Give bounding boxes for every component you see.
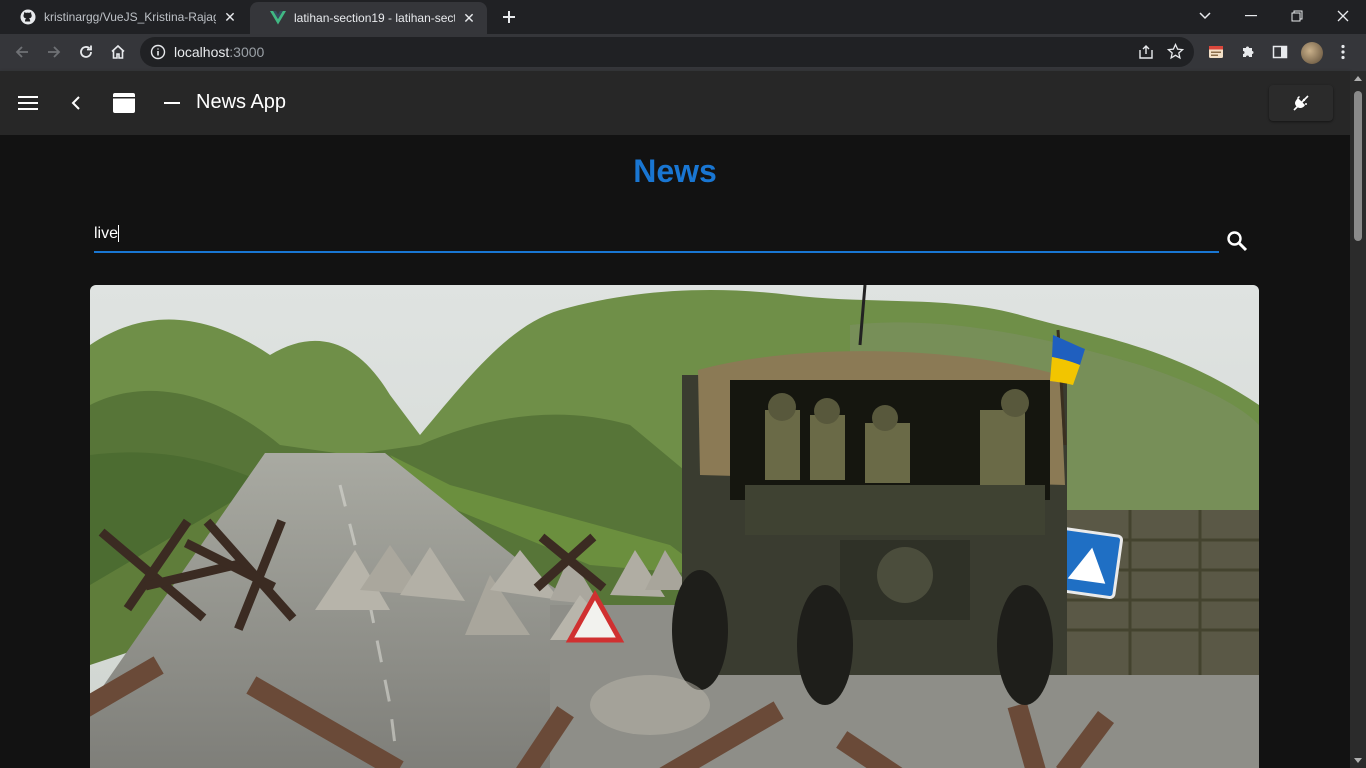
app-bar: News App [0,71,1350,135]
page-scrollbar[interactable] [1350,71,1366,768]
url-port: :3000 [229,44,265,60]
minimize-button[interactable] [1228,0,1274,32]
main-content: News live [0,135,1350,768]
scroll-down-arrow[interactable] [1354,758,1362,763]
minus-icon [164,102,180,104]
puzzle-icon [1243,46,1254,57]
invert-colors-off-icon [1293,95,1309,111]
arrow-right-icon [48,46,61,58]
back-nav-button[interactable] [64,91,88,115]
search-field[interactable]: live [94,219,1219,253]
extension-app-icon [1209,46,1223,58]
home-icon [111,44,125,59]
minimize-icon [1245,15,1257,17]
search-input[interactable]: live [94,225,118,243]
hamburger-menu-icon [18,96,38,110]
news-card[interactable] [90,285,1259,768]
menu-button[interactable] [16,91,40,115]
browser-tab-strip: kristinargg/VueJS_Kristina-Rajagukguk ✕ … [0,0,1366,34]
forward-button[interactable] [41,39,67,65]
scrollbar-thumb[interactable] [1354,91,1362,241]
back-button[interactable] [9,39,35,65]
tab-title: kristinargg/VueJS_Kristina-Rajagukguk [44,10,216,24]
reload-button[interactable] [73,39,99,65]
search-icon[interactable] [1226,230,1248,252]
extension-button[interactable] [1206,42,1226,62]
window-toggle-button[interactable] [112,91,136,115]
page-title: News [633,153,717,189]
close-tab-icon[interactable]: ✕ [461,10,477,26]
browser-toolbar: localhost:3000 [0,34,1366,71]
arrow-left-icon [15,46,28,58]
close-tab-icon[interactable]: ✕ [222,9,238,25]
url-host: localhost [174,44,230,60]
text-caret [118,225,119,242]
close-window-button[interactable] [1320,0,1366,32]
url-text: localhost:3000 [174,44,264,60]
more-vertical-icon [1341,44,1345,60]
share-icon[interactable] [1138,44,1154,60]
browser-tab-github[interactable]: kristinargg/VueJS_Kristina-Rajagukguk ✕ [0,0,248,34]
browser-menu-button[interactable] [1333,42,1353,62]
article-image [90,285,1259,768]
github-icon [20,9,36,25]
info-icon[interactable] [150,44,166,60]
restore-icon [1291,10,1303,22]
browser-tab-app[interactable]: latihan-section19 - latihan-section19 ✕ [250,2,487,34]
plus-icon [503,11,515,23]
chevron-down-icon [1199,12,1211,20]
minimize-nav-button[interactable] [160,91,184,115]
theme-toggle-button[interactable] [1269,85,1333,121]
new-tab-button[interactable] [498,6,520,28]
scroll-up-arrow[interactable] [1354,76,1362,81]
tab-search-button[interactable] [1182,0,1228,32]
close-icon [1337,10,1349,22]
side-panel-button[interactable] [1270,42,1290,62]
app-title: News App [196,91,287,113]
bookmark-star-icon[interactable] [1167,43,1184,60]
profile-avatar[interactable] [1301,42,1323,64]
extensions-button[interactable] [1238,42,1258,62]
window-icon [113,93,135,113]
tab-title: latihan-section19 - latihan-section19 [294,11,455,25]
address-bar[interactable]: localhost:3000 [140,37,1194,67]
chevron-left-icon [71,96,80,110]
side-panel-icon [1272,45,1288,59]
vue-icon [270,10,286,26]
reload-icon [80,45,92,58]
restore-button[interactable] [1274,0,1320,32]
home-button[interactable] [105,39,131,65]
